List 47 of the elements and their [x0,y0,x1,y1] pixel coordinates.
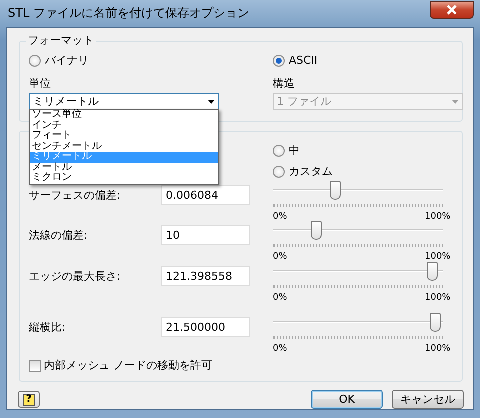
window-title: STL ファイルに名前を付けて保存オプション [8,6,250,21]
checkbox[interactable]: 内部メッシュ ノードの移動を許可 [29,359,212,372]
slider[interactable] [273,221,443,248]
slider-thumb[interactable] [427,262,438,281]
field-label: エッジの最大長さ: [29,270,121,284]
scale-label: 100% [425,212,451,223]
scale-label: 0% [273,252,288,263]
slider-thumb[interactable] [311,221,322,240]
slider[interactable] [273,262,443,289]
field-label: 単位 [29,77,51,90]
dropdown-option[interactable]: センチメートル [30,142,218,152]
scale-label: 100% [425,252,451,263]
help-button[interactable]: ? [18,391,40,408]
dropdown-option[interactable]: インチ [30,120,218,131]
field-label: 構造 [273,77,295,90]
units-dropdown[interactable]: ミリメートル [29,93,219,110]
dropdown-option[interactable]: メートル [30,162,218,173]
scale-label: 0% [273,293,288,304]
slider[interactable] [273,181,443,208]
dropdown-option[interactable]: ソース単位 [30,110,218,120]
radio-option[interactable]: カスタム [273,165,333,178]
field-label: 法線の偏差: [29,229,88,242]
radio-option[interactable]: ASCII [273,54,318,68]
ok-button[interactable]: OK [311,390,383,409]
text-field[interactable]: 121.398558 [161,266,250,286]
cancel-button[interactable]: キャンセル [392,390,464,409]
text-field[interactable]: 10 [161,225,250,245]
close-button[interactable] [430,0,474,18]
dropdown-option[interactable]: フィート [30,131,218,142]
scale-label: 100% [425,344,451,355]
field-label: サーフェスの偏差: [29,189,121,202]
slider[interactable] [273,313,443,340]
radio-option[interactable]: 中 [273,144,300,158]
group-title: フォーマット [26,34,96,48]
scale-label: 100% [425,293,451,304]
radio-option[interactable]: バイナリ [29,54,89,68]
field-label: 縦横比: [29,321,66,334]
close-icon [446,4,458,14]
text-field[interactable]: 0.006084 [161,185,250,205]
text-field[interactable]: 21.500000 [161,317,250,337]
caret-icon [452,100,459,104]
scale-label: 0% [273,344,288,355]
slider-thumb[interactable] [330,181,342,200]
scale-label: 0% [273,212,288,223]
caret-icon [208,100,215,104]
dropdown-option[interactable]: ミクロン [30,173,218,184]
slider-thumb[interactable] [430,313,442,332]
